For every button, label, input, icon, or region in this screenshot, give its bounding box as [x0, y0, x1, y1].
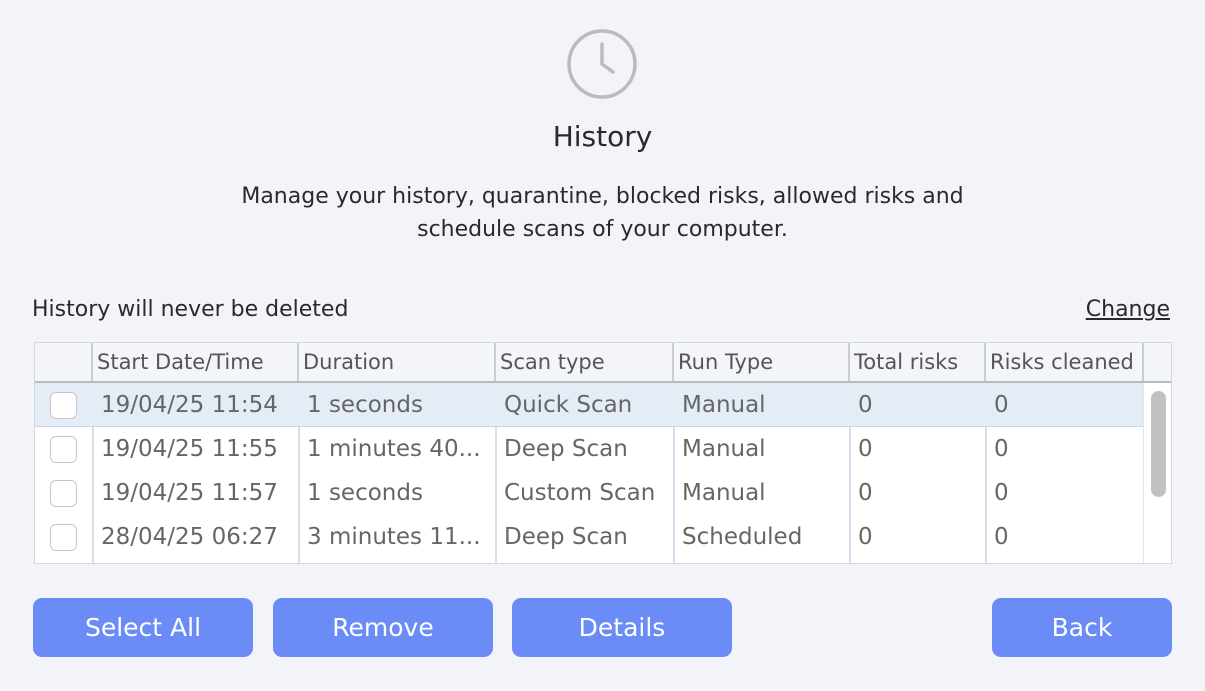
- column-header-run-type[interactable]: Run Type: [674, 343, 850, 381]
- column-header-scan-type[interactable]: Scan type: [496, 343, 674, 381]
- column-header-duration[interactable]: Duration: [299, 343, 496, 381]
- cell-risks-cleaned: 0: [994, 436, 1009, 462]
- cell-run-type: Manual: [682, 436, 766, 462]
- history-table: Start Date/Time Duration Scan type Run T…: [34, 342, 1172, 564]
- subtitle-line-1: Manage your history, quarantine, blocked…: [241, 184, 964, 209]
- select-all-button[interactable]: Select All: [33, 598, 253, 657]
- cell-total-risks: 0: [858, 392, 873, 418]
- cell-start-date: 19/04/25 11:54: [101, 392, 278, 418]
- column-header-total-risks[interactable]: Total risks: [850, 343, 986, 381]
- cell-scan-type: Quick Scan: [504, 392, 633, 418]
- cell-total-risks: 0: [858, 480, 873, 506]
- table-header: Start Date/Time Duration Scan type Run T…: [35, 343, 1171, 383]
- history-page: History Manage your history, quarantine,…: [0, 0, 1205, 691]
- retention-label: History will never be deleted: [32, 297, 349, 322]
- cell-start-date: 28/04/25 06:27: [101, 524, 278, 550]
- change-link[interactable]: Change: [1086, 297, 1170, 322]
- cell-start-date: 19/04/25 11:55: [101, 436, 278, 462]
- cell-start-date: 19/04/25 11:57: [101, 480, 278, 506]
- row-checkbox[interactable]: [50, 392, 77, 419]
- table-row[interactable]: 19/04/25 11:54 1 seconds Quick Scan Manu…: [35, 383, 1143, 427]
- row-checkbox[interactable]: [50, 524, 77, 551]
- column-header-select[interactable]: [35, 343, 93, 381]
- remove-button[interactable]: Remove: [273, 598, 493, 657]
- cell-run-type: Scheduled: [682, 524, 803, 550]
- cell-scan-type: Deep Scan: [504, 436, 628, 462]
- scrollbar-thumb[interactable]: [1151, 391, 1166, 497]
- cell-duration: 3 minutes 11...: [307, 524, 481, 550]
- cell-risks-cleaned: 0: [994, 392, 1009, 418]
- back-button[interactable]: Back: [992, 598, 1172, 657]
- table-row[interactable]: 19/04/25 11:57 1 seconds Custom Scan Man…: [35, 471, 1143, 515]
- row-checkbox[interactable]: [50, 436, 77, 463]
- table-row[interactable]: 19/04/25 11:55 1 minutes 40... Deep Scan…: [35, 427, 1143, 471]
- cell-scan-type: Custom Scan: [504, 480, 656, 506]
- table-row[interactable]: 28/04/25 06:27 3 minutes 11... Deep Scan…: [35, 515, 1143, 559]
- cell-duration: 1 seconds: [307, 392, 423, 418]
- cell-run-type: Manual: [682, 392, 766, 418]
- cell-risks-cleaned: 0: [994, 480, 1009, 506]
- column-header-start-date[interactable]: Start Date/Time: [93, 343, 299, 381]
- cell-risks-cleaned: 0: [994, 524, 1009, 550]
- clock-icon: [566, 28, 638, 100]
- subtitle-line-2: schedule scans of your computer.: [417, 217, 788, 242]
- cell-duration: 1 seconds: [307, 480, 423, 506]
- cell-duration: 1 minutes 40...: [307, 436, 481, 462]
- cell-total-risks: 0: [858, 436, 873, 462]
- cell-run-type: Manual: [682, 480, 766, 506]
- details-button[interactable]: Details: [512, 598, 732, 657]
- page-title: History: [552, 120, 653, 153]
- row-checkbox[interactable]: [50, 480, 77, 507]
- column-header-risks-cleaned[interactable]: Risks cleaned: [986, 343, 1144, 381]
- page-subtitle: Manage your history, quarantine, blocked…: [150, 180, 1055, 246]
- cell-scan-type: Deep Scan: [504, 524, 628, 550]
- cell-total-risks: 0: [858, 524, 873, 550]
- column-header-spacer: [1144, 343, 1171, 381]
